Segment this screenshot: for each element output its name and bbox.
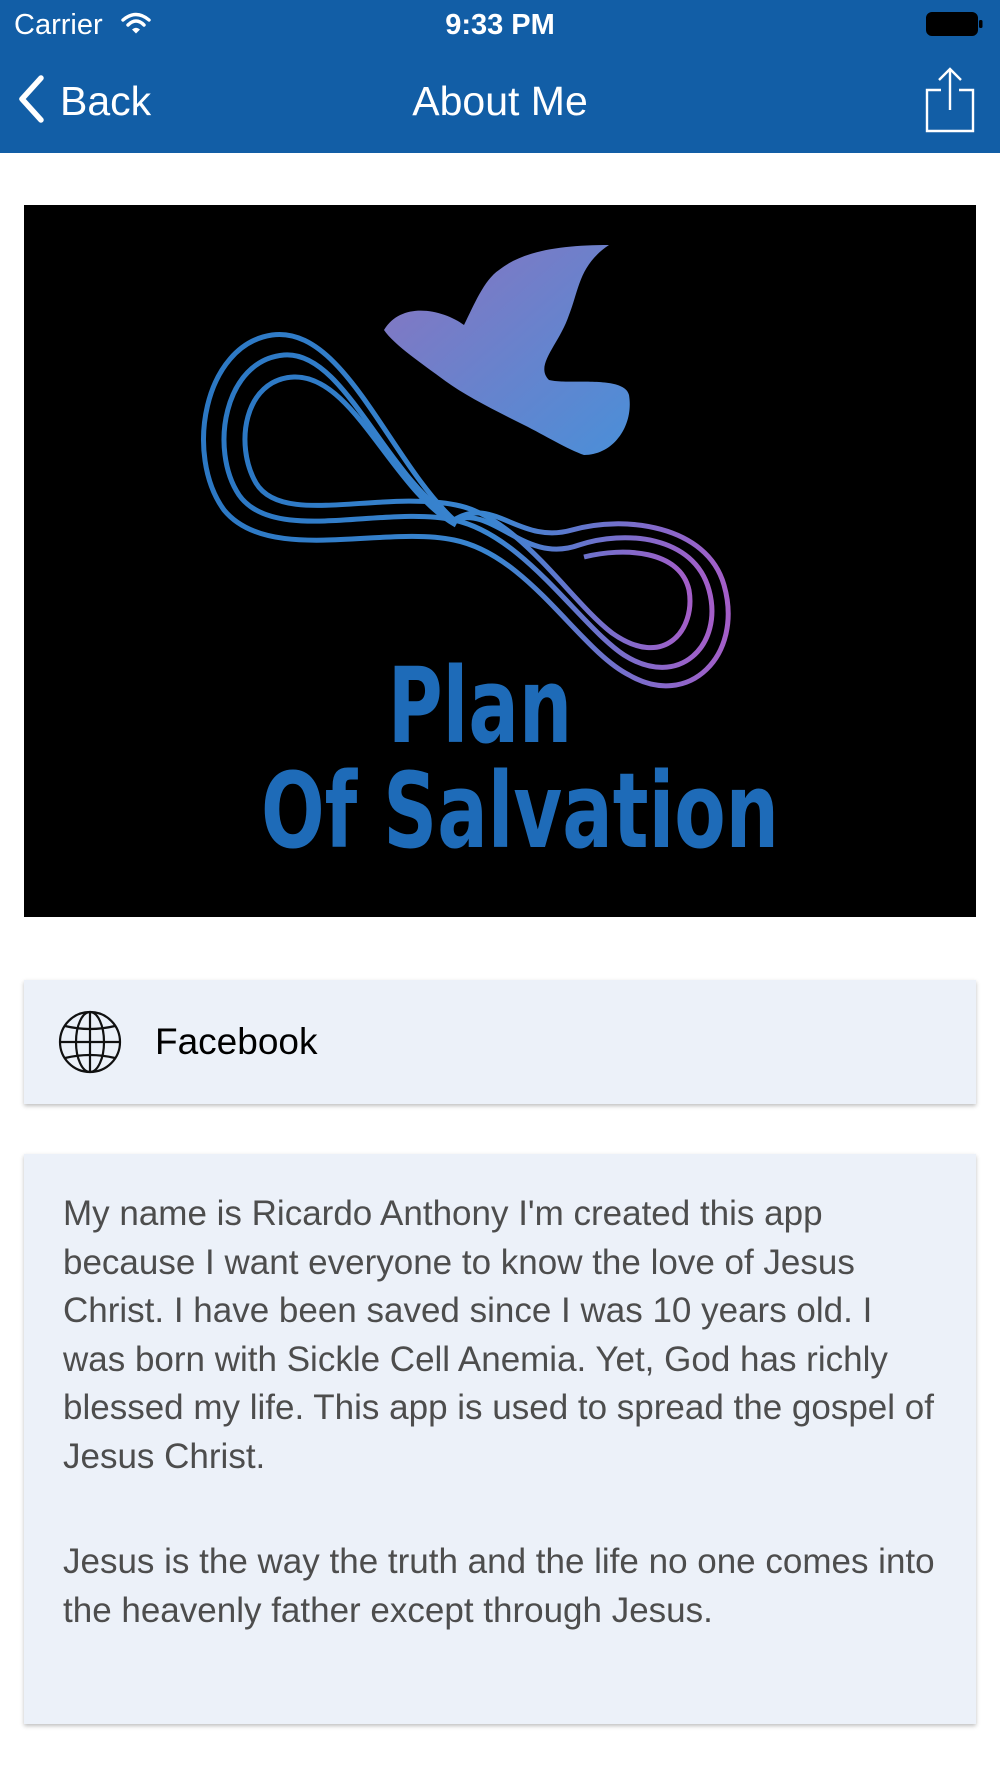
nav-bar: Back About Me bbox=[0, 50, 1000, 153]
status-bar: Carrier 9:33 PM bbox=[0, 0, 1000, 50]
header: Carrier 9:33 PM Back About Me bbox=[0, 0, 1000, 153]
share-icon bbox=[924, 67, 976, 138]
about-paragraph: Jesus is the way the truth and the life … bbox=[63, 1542, 935, 1630]
page-title: About Me bbox=[412, 78, 588, 124]
about-card: My name is Ricardo Anthony I'm created t… bbox=[24, 1154, 976, 1724]
globe-icon bbox=[58, 1010, 122, 1079]
about-paragraph: My name is Ricardo Anthony I'm created t… bbox=[63, 1194, 934, 1476]
banner-title-line1: Plan bbox=[387, 645, 573, 767]
banner-title-line2: Of Salvation bbox=[261, 750, 779, 872]
logo-banner: Plan Of Salvation bbox=[24, 205, 976, 917]
clock: 9:33 PM bbox=[445, 9, 555, 41]
facebook-link[interactable]: Facebook bbox=[24, 980, 976, 1104]
battery-icon bbox=[926, 12, 984, 41]
facebook-link-label: Facebook bbox=[155, 1021, 318, 1062]
share-button[interactable] bbox=[924, 66, 976, 139]
